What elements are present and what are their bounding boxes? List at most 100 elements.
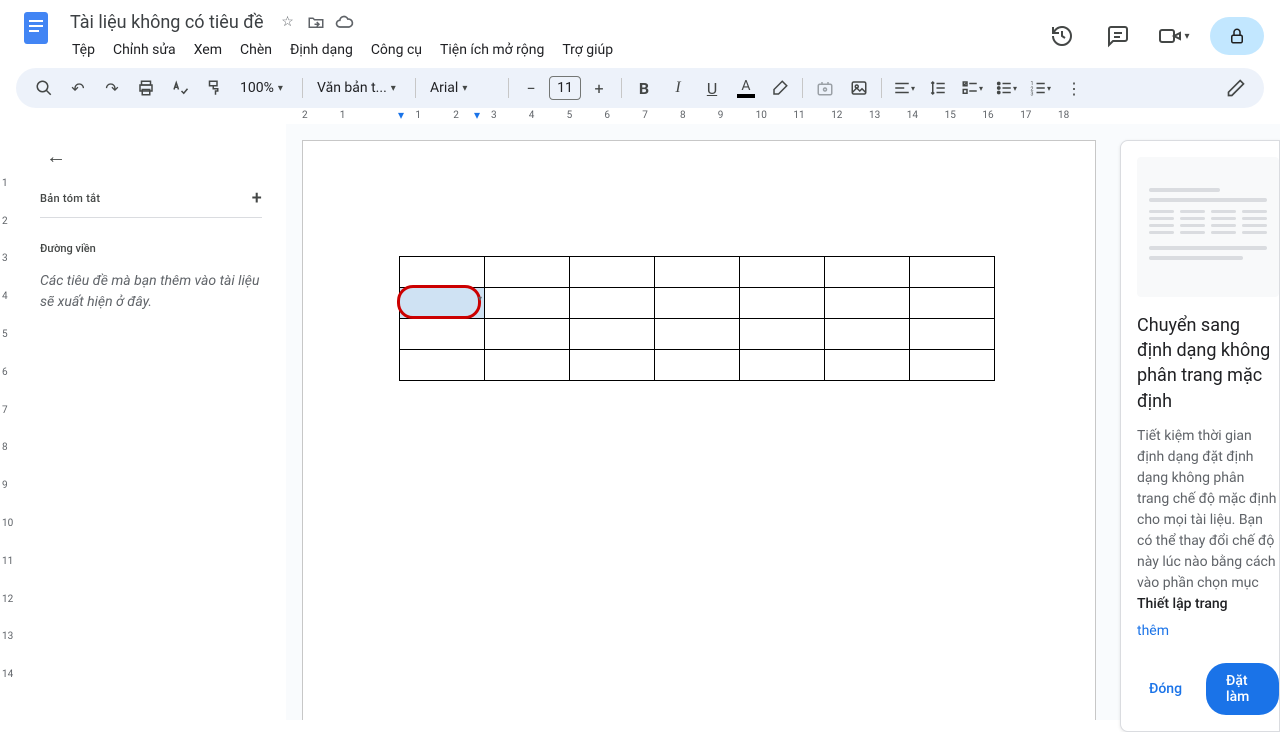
menu-insert[interactable]: Chèn — [232, 38, 280, 62]
underline-icon[interactable]: U — [696, 72, 728, 104]
ruler-tick: 1 — [340, 110, 346, 121]
meet-icon[interactable]: ▾ — [1154, 16, 1194, 56]
zoom-select[interactable]: 100%▾ — [232, 74, 296, 102]
table-cell[interactable] — [570, 350, 655, 381]
ruler-tick: 10 — [756, 110, 767, 121]
promo-learn-more-link[interactable]: thêm — [1137, 623, 1279, 639]
search-menus-icon[interactable] — [28, 72, 60, 104]
add-summary-icon[interactable]: + — [252, 188, 262, 209]
table-cell[interactable] — [825, 319, 910, 350]
table-cell[interactable] — [825, 350, 910, 381]
line-spacing-icon[interactable] — [922, 72, 954, 104]
insert-image-icon[interactable] — [843, 72, 875, 104]
promo-illustration — [1137, 157, 1279, 297]
table-cell[interactable] — [655, 288, 740, 319]
ruler-tick: 5 — [2, 329, 8, 340]
table-cell[interactable] — [485, 288, 570, 319]
star-icon[interactable]: ☆ — [278, 12, 298, 32]
table-cell[interactable] — [400, 257, 485, 288]
numbered-list-icon[interactable]: 123▾ — [1024, 72, 1056, 104]
table-cell[interactable] — [740, 350, 825, 381]
cloud-status-icon[interactable] — [334, 12, 354, 32]
italic-icon[interactable]: I — [662, 72, 694, 104]
selection-highlight — [397, 285, 481, 319]
indent-marker-left-icon[interactable]: ▾ — [398, 108, 404, 122]
bulleted-list-icon[interactable]: ▾ — [990, 72, 1022, 104]
document-page[interactable]: ▾ — [302, 140, 1096, 720]
table-cell[interactable] — [740, 257, 825, 288]
header-actions: ▾ — [1042, 8, 1264, 56]
paint-format-icon[interactable] — [198, 72, 230, 104]
outline-collapse-icon[interactable]: ← — [40, 140, 72, 172]
edit-mode-icon[interactable] — [1220, 72, 1252, 104]
menu-format[interactable]: Định dạng — [282, 38, 361, 62]
docs-logo-icon[interactable] — [16, 8, 56, 48]
table-cell[interactable] — [655, 350, 740, 381]
horizontal-ruler[interactable]: ▾ ▾ 21123456789101112131415161718 — [302, 108, 1280, 124]
table-cell[interactable] — [655, 319, 740, 350]
table-cell[interactable] — [485, 257, 570, 288]
ruler-tick: 10 — [2, 518, 13, 529]
table-cell[interactable] — [655, 257, 740, 288]
menu-view[interactable]: Xem — [186, 38, 230, 62]
document-table[interactable]: ▾ — [399, 256, 995, 381]
document-title[interactable]: Tài liệu không có tiêu đề — [64, 10, 270, 35]
menu-help[interactable]: Trợ giúp — [554, 38, 621, 62]
separator — [802, 78, 803, 98]
header: Tài liệu không có tiêu đề ☆ Tệp Chỉnh sử… — [0, 0, 1280, 64]
ruler-tick: 2 — [453, 110, 459, 121]
move-icon[interactable] — [306, 12, 326, 32]
print-icon[interactable] — [130, 72, 162, 104]
more-icon[interactable]: ⋮ — [1058, 72, 1090, 104]
table-cell[interactable] — [910, 288, 995, 319]
undo-icon[interactable]: ↶ — [62, 72, 94, 104]
cell-menu-icon[interactable]: ▾ — [478, 294, 482, 303]
align-icon[interactable]: ▾ — [888, 72, 920, 104]
table-cell[interactable]: ▾ — [400, 288, 485, 319]
promo-primary-button[interactable]: Đặt làm — [1206, 663, 1279, 715]
insert-link-icon[interactable] — [809, 72, 841, 104]
checklist-icon[interactable]: ▾ — [956, 72, 988, 104]
comments-icon[interactable] — [1098, 16, 1138, 56]
vertical-ruler[interactable]: 1234567891011121314 — [0, 124, 16, 720]
indent-marker-right-icon[interactable]: ▾ — [474, 108, 480, 122]
promo-close-button[interactable]: Đóng — [1137, 673, 1194, 705]
table-cell[interactable] — [740, 319, 825, 350]
table-cell[interactable] — [825, 288, 910, 319]
table-cell[interactable] — [570, 288, 655, 319]
table-cell[interactable] — [825, 257, 910, 288]
menu-extensions[interactable]: Tiện ích mở rộng — [432, 38, 552, 62]
redo-icon[interactable]: ↷ — [96, 72, 128, 104]
ruler-tick: 2 — [302, 110, 308, 121]
highlight-icon[interactable] — [764, 72, 796, 104]
toolbar: ↶ ↷ 100%▾ Văn bản t...▾ Arial▾ − 11 + B … — [16, 68, 1264, 108]
increase-font-icon[interactable]: + — [583, 72, 615, 104]
table-cell[interactable] — [910, 319, 995, 350]
table-cell[interactable] — [400, 319, 485, 350]
ruler-tick: 17 — [1020, 110, 1031, 121]
text-color-icon[interactable]: A — [730, 72, 762, 104]
font-size-input[interactable]: 11 — [549, 76, 581, 100]
history-icon[interactable] — [1042, 16, 1082, 56]
ruler-tick: 14 — [2, 669, 13, 680]
ruler-tick: 7 — [2, 405, 8, 416]
font-select[interactable]: Arial▾ — [422, 74, 502, 102]
ruler-tick: 13 — [2, 631, 13, 642]
spellcheck-icon[interactable] — [164, 72, 196, 104]
table-cell[interactable] — [910, 350, 995, 381]
table-cell[interactable] — [400, 350, 485, 381]
table-cell[interactable] — [485, 350, 570, 381]
bold-icon[interactable]: B — [628, 72, 660, 104]
table-cell[interactable] — [910, 257, 995, 288]
ruler-tick: 5 — [567, 110, 573, 121]
table-cell[interactable] — [740, 288, 825, 319]
decrease-font-icon[interactable]: − — [515, 72, 547, 104]
share-button[interactable] — [1210, 17, 1264, 55]
table-cell[interactable] — [570, 319, 655, 350]
table-cell[interactable] — [570, 257, 655, 288]
menu-file[interactable]: Tệp — [64, 38, 103, 62]
table-cell[interactable] — [485, 319, 570, 350]
paragraph-style-select[interactable]: Văn bản t...▾ — [309, 74, 409, 102]
menu-tools[interactable]: Công cụ — [363, 38, 430, 62]
menu-edit[interactable]: Chỉnh sửa — [105, 38, 184, 62]
